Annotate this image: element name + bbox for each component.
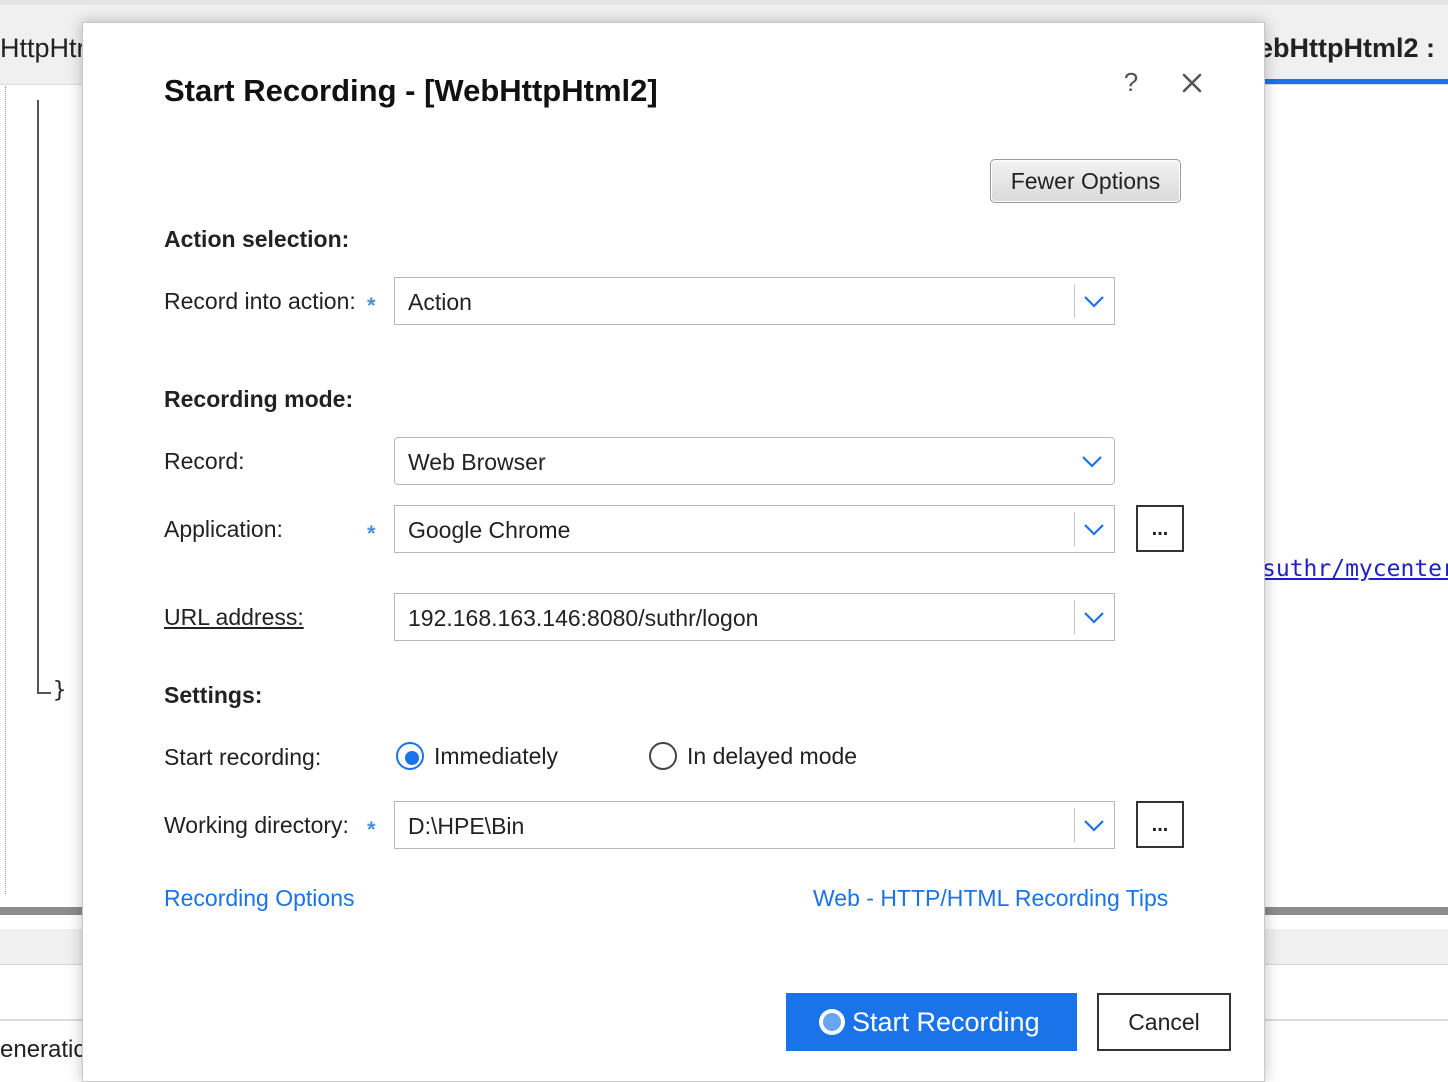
working-directory-browse-button[interactable]: ...: [1136, 801, 1184, 848]
combo-separator: [1074, 512, 1075, 546]
working-directory-value: D:\HPE\Bin: [408, 813, 525, 839]
chevron-down-icon[interactable]: [1081, 814, 1107, 836]
start-recording-label: Start recording:: [164, 744, 322, 770]
required-marker: *: [367, 293, 376, 318]
recording-options-link[interactable]: Recording Options: [164, 885, 355, 912]
record-into-action-combo[interactable]: Action: [394, 277, 1115, 325]
record-combo[interactable]: Web Browser: [394, 437, 1115, 485]
combo-separator: [1074, 600, 1075, 634]
record-icon: [819, 1009, 845, 1035]
chevron-down-icon[interactable]: [1081, 290, 1107, 312]
record-label: Record:: [164, 448, 245, 474]
radio-delayed-mode-label[interactable]: In delayed mode: [687, 743, 857, 770]
fewer-options-button[interactable]: Fewer Options: [990, 159, 1181, 203]
dialog-title: Start Recording - [WebHttpHtml2]: [164, 73, 658, 108]
url-address-combo[interactable]: 192.168.163.146:8080/suthr/logon: [394, 593, 1115, 641]
chevron-down-icon[interactable]: [1079, 450, 1105, 472]
required-marker: *: [367, 521, 376, 546]
cancel-button[interactable]: Cancel: [1097, 993, 1231, 1051]
code-url-link[interactable]: suthr/mycenter: [1262, 556, 1448, 582]
help-icon[interactable]: ?: [1119, 67, 1143, 97]
start-recording-dialog: Start Recording - [WebHttpHtml2] ? Fewer…: [82, 22, 1265, 1082]
application-label: Application:: [164, 516, 283, 542]
settings-heading: Settings:: [164, 682, 263, 708]
code-tree-horizontal-line: [37, 692, 51, 694]
url-address-label: URL address:: [164, 604, 304, 631]
action-selection-heading: Action selection:: [164, 226, 350, 252]
record-into-action-label: Record into action:: [164, 288, 356, 314]
url-address-value: 192.168.163.146:8080/suthr/logon: [408, 605, 759, 631]
radio-circle[interactable]: [396, 742, 424, 770]
chevron-down-icon[interactable]: [1081, 606, 1107, 628]
application-value: Google Chrome: [408, 517, 571, 543]
url-label-text: URL address:: [164, 604, 304, 630]
recording-tips-link[interactable]: Web - HTTP/HTML Recording Tips: [813, 885, 1168, 912]
start-recording-button[interactable]: Start Recording: [786, 993, 1077, 1051]
required-marker: *: [367, 817, 376, 842]
code-closing-brace: }: [53, 678, 67, 703]
radio-circle[interactable]: [649, 742, 677, 770]
active-tab-indicator: [1264, 79, 1448, 84]
close-icon[interactable]: [1176, 67, 1208, 99]
recording-mode-heading: Recording mode:: [164, 386, 354, 412]
working-directory-combo[interactable]: D:\HPE\Bin: [394, 801, 1115, 849]
code-tree-vertical-line: [37, 100, 39, 694]
editor-gutter-line: [5, 86, 6, 894]
radio-immediately-label[interactable]: Immediately: [434, 743, 558, 770]
working-directory-label: Working directory:: [164, 812, 349, 838]
radio-selected-dot: [405, 751, 419, 765]
record-value: Web Browser: [408, 449, 546, 475]
combo-separator: [1074, 284, 1075, 318]
application-browse-button[interactable]: ...: [1136, 505, 1184, 552]
background-tab-left[interactable]: HttpHtr: [0, 33, 86, 64]
start-recording-button-label: Start Recording: [852, 1007, 1040, 1037]
chevron-down-icon[interactable]: [1081, 518, 1107, 540]
record-into-action-value: Action: [408, 289, 472, 315]
bottom-panel-text: eneratic: [0, 1036, 86, 1063]
background-tab-active[interactable]: ebHttpHtml2 :: [1258, 33, 1435, 64]
application-combo[interactable]: Google Chrome: [394, 505, 1115, 553]
combo-separator: [1074, 808, 1075, 842]
